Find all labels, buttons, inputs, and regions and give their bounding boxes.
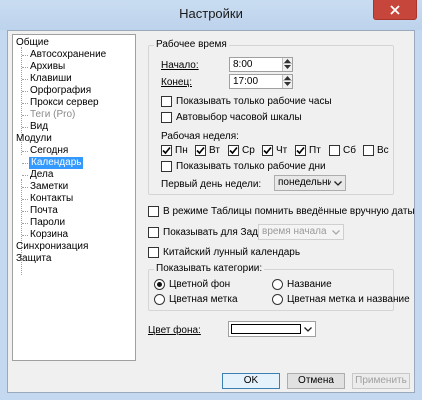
day-label-wed: Ср: [242, 145, 255, 156]
show-work-hours-checkbox[interactable]: [161, 96, 172, 107]
day-checkbox-wed[interactable]: [228, 145, 239, 156]
auto-scale-label: Автовыбор часовой шкалы: [176, 112, 302, 123]
sidebar-item-calendar[interactable]: Календарь: [29, 157, 84, 169]
sidebar-item-modules[interactable]: Модули: [16, 133, 52, 145]
checkmark-icon: [296, 146, 305, 155]
apply-button[interactable]: Применить: [352, 373, 410, 389]
sidebar-item-contacts[interactable]: Контакты: [30, 193, 73, 205]
sidebar-item-autosave[interactable]: Автосохранение: [30, 49, 106, 61]
show-work-days-checkbox[interactable]: [161, 161, 172, 172]
day-label-sat: Сб: [343, 145, 356, 156]
chevron-down-icon: [329, 225, 343, 239]
day-label-sun: Вс: [377, 145, 389, 156]
day-label-tue: Вт: [209, 145, 220, 156]
sidebar-item-trash[interactable]: Корзина: [30, 229, 68, 241]
close-icon: [390, 4, 400, 15]
day-label-mon: Пн: [175, 145, 188, 156]
radio-name-label: Название: [287, 279, 332, 290]
table-mode-label: В режиме Таблицы помнить введённые вручн…: [163, 206, 415, 217]
sidebar-item-mail[interactable]: Почта: [30, 205, 58, 217]
start-time-label: Начало:: [161, 60, 199, 71]
first-day-value: понедельник: [278, 177, 338, 188]
sidebar-item-passwords[interactable]: Пароли: [30, 217, 65, 229]
dialog-client-area: Общие Автосохранение Архивы Клавиши Орфо…: [7, 30, 415, 393]
lunar-calendar-checkbox[interactable]: [148, 247, 159, 258]
spin-down-icon[interactable]: [283, 81, 292, 87]
day-label-fri: Пт: [309, 145, 321, 156]
day-checkbox-sat[interactable]: [329, 145, 340, 156]
radio-name[interactable]: [272, 279, 283, 290]
cancel-button[interactable]: Отмена: [287, 373, 345, 389]
background-color-label: Цвет фона:: [148, 325, 201, 336]
sidebar-item-hotkeys[interactable]: Клавиши: [30, 73, 72, 85]
chevron-down-icon: [331, 176, 345, 190]
radio-color-background-label: Цветной фон: [169, 279, 231, 290]
ok-button[interactable]: OK: [222, 373, 280, 389]
categories-group-label: Показывать категории:: [154, 263, 265, 274]
auto-scale-checkbox[interactable]: [161, 112, 172, 123]
show-for-tasks-label: Показывать для Задач:: [163, 227, 272, 238]
sidebar-item-protection[interactable]: Защита: [16, 253, 51, 265]
day-checkbox-sun[interactable]: [363, 145, 374, 156]
radio-color-mark[interactable]: [154, 294, 165, 305]
sidebar-item-proxy[interactable]: Прокси сервер: [30, 97, 99, 109]
table-mode-checkbox[interactable]: [148, 206, 159, 217]
start-time-value: 8:00: [233, 59, 253, 70]
chevron-down-icon: [301, 322, 315, 336]
end-time-spinner[interactable]: [282, 75, 292, 88]
show-work-days-label: Показывать только рабочие дни: [176, 161, 326, 172]
day-checkbox-mon[interactable]: [161, 145, 172, 156]
end-time-input[interactable]: 17:00: [229, 74, 293, 89]
sidebar-item-notes[interactable]: Заметки: [30, 181, 68, 193]
checkmark-icon: [196, 146, 205, 155]
sidebar-item-archives[interactable]: Архивы: [30, 61, 65, 73]
show-work-hours-label: Показывать только рабочие часы: [176, 96, 332, 107]
day-label-thu: Чт: [276, 145, 288, 156]
close-button[interactable]: [373, 0, 417, 20]
end-time-label: Конец:: [161, 77, 192, 88]
first-day-label: Первый день недели:: [161, 179, 262, 190]
sidebar-item-view[interactable]: Вид: [30, 121, 48, 133]
settings-tree[interactable]: Общие Автосохранение Архивы Клавиши Орфо…: [12, 34, 136, 361]
checkmark-icon: [263, 146, 272, 155]
sidebar-item-spelling[interactable]: Орфография: [30, 85, 91, 97]
first-day-select[interactable]: понедельник: [274, 175, 346, 191]
show-for-tasks-select[interactable]: время начала и ко: [258, 224, 344, 240]
spin-down-icon[interactable]: [283, 64, 292, 70]
color-swatch: [231, 324, 301, 334]
end-time-value: 17:00: [233, 76, 259, 87]
radio-color-mark-and-name[interactable]: [272, 294, 283, 305]
sidebar-item-general[interactable]: Общие: [16, 37, 49, 49]
window-title: Настройки: [179, 6, 243, 21]
lunar-calendar-label: Китайский лунный календарь: [163, 247, 301, 258]
sidebar-item-sync[interactable]: Синхронизация: [16, 241, 88, 253]
sidebar-item-today[interactable]: Сегодня: [30, 145, 68, 157]
checkmark-icon: [162, 146, 171, 155]
background-color-picker[interactable]: [228, 321, 316, 337]
sidebar-item-tags[interactable]: Теги (Pro): [30, 109, 75, 121]
work-week-label: Рабочая неделя:: [161, 131, 239, 142]
checkmark-icon: [229, 146, 238, 155]
day-checkbox-thu[interactable]: [262, 145, 273, 156]
sidebar-item-tasks[interactable]: Дела: [30, 169, 53, 181]
radio-color-mark-and-name-label: Цветная метка и название: [287, 294, 410, 305]
work-time-group-label: Рабочее время: [154, 39, 229, 50]
start-time-spinner[interactable]: [282, 58, 292, 71]
radio-color-background[interactable]: [154, 279, 165, 290]
title-bar: Настройки: [0, 0, 422, 30]
radio-color-mark-label: Цветная метка: [169, 294, 238, 305]
show-for-tasks-checkbox[interactable]: [148, 227, 159, 238]
day-checkbox-tue[interactable]: [195, 145, 206, 156]
start-time-input[interactable]: 8:00: [229, 57, 293, 72]
day-checkbox-fri[interactable]: [295, 145, 306, 156]
